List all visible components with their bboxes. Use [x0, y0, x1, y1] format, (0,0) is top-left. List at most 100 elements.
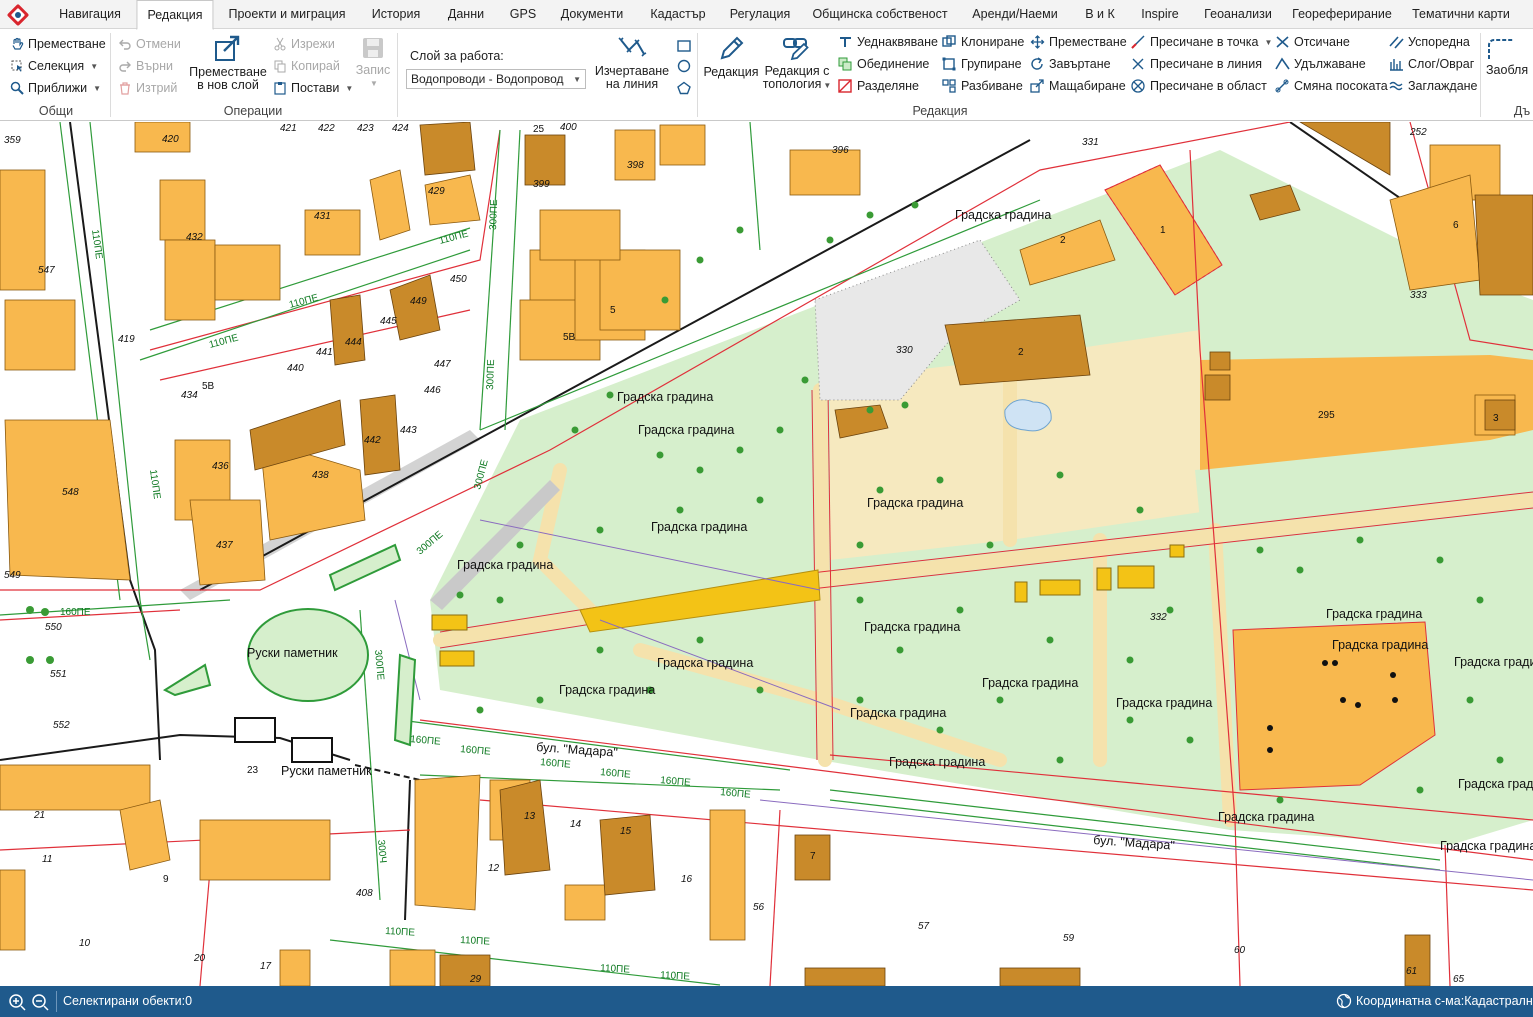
- move-view-label: Преместване: [28, 37, 106, 51]
- merge-icon: [838, 57, 852, 71]
- clone-button[interactable]: Клониране: [942, 32, 1024, 52]
- draw-polygon-button[interactable]: [677, 78, 691, 98]
- zoom-dropdown[interactable]: Приближи ▼: [10, 78, 101, 98]
- tab-water[interactable]: В и К: [1075, 0, 1125, 29]
- tab-navigation[interactable]: Навигация: [49, 0, 131, 29]
- redo-button[interactable]: Върни: [118, 56, 173, 76]
- explode-button[interactable]: Разбиване: [942, 76, 1023, 96]
- save-label: Запис: [355, 63, 391, 77]
- tab-leases[interactable]: Аренди/Наеми: [962, 0, 1067, 29]
- group-button[interactable]: Групиране: [942, 54, 1022, 74]
- move-to-layer-button[interactable]: Преместване в нов слой: [189, 33, 267, 92]
- tab-municipal-property[interactable]: Общинска собственост: [802, 0, 957, 29]
- intersect-point-dropdown[interactable]: Пресичане в точка ▼: [1131, 32, 1272, 52]
- chevron-down-icon: ▼: [345, 83, 354, 93]
- layer-ravine-button[interactable]: Слог/Овраг: [1389, 54, 1474, 74]
- tab-history[interactable]: История: [362, 0, 430, 29]
- intersect-line-icon: [1132, 58, 1144, 70]
- wave-icon: [1389, 81, 1403, 91]
- edit-button[interactable]: Редакция: [703, 35, 759, 79]
- svg-text:432: 432: [186, 232, 203, 243]
- svg-text:13: 13: [524, 811, 536, 822]
- svg-text:550: 550: [45, 622, 62, 633]
- svg-text:444: 444: [345, 337, 362, 348]
- label-city-garden: Градска градина: [457, 558, 553, 572]
- delete-button[interactable]: Изтрий: [118, 78, 177, 98]
- scale-icon: [1030, 79, 1044, 93]
- copy-icon: [274, 60, 286, 73]
- topology-edit-button[interactable]: Редакция с топология ▼: [762, 32, 832, 92]
- scale-button[interactable]: Мащабиране: [1030, 76, 1126, 96]
- draw-circle-button[interactable]: [677, 56, 691, 76]
- smooth-button[interactable]: Заглаждане: [1389, 76, 1478, 96]
- svg-text:25: 25: [533, 124, 545, 135]
- tab-data[interactable]: Данни: [438, 0, 494, 29]
- svg-text:295: 295: [1318, 410, 1335, 421]
- app-logo-icon[interactable]: [0, 0, 36, 29]
- delete-label: Изтрий: [136, 81, 178, 95]
- draw-line-button[interactable]: Изчертаване на линия: [594, 32, 670, 91]
- tab-geoanalysis[interactable]: Геоанализи: [1194, 0, 1282, 29]
- save-button[interactable]: Запис ▼: [355, 35, 391, 90]
- redo-icon: [119, 61, 131, 72]
- tab-projects-migration[interactable]: Проекти и миграция: [218, 0, 355, 29]
- layer-select[interactable]: Водопроводи - Водопровод ▼: [406, 69, 586, 89]
- svg-text:333: 333: [1410, 290, 1427, 301]
- copy-label: Копирай: [291, 59, 340, 73]
- layer-caption: Слой за работа:: [410, 49, 504, 63]
- svg-text:14: 14: [570, 819, 582, 830]
- tab-edit[interactable]: Редакция: [136, 0, 214, 30]
- polygon-icon: [677, 81, 691, 95]
- svg-text:419: 419: [118, 334, 135, 345]
- svg-text:434: 434: [181, 390, 198, 401]
- tab-regulation[interactable]: Регулация: [720, 0, 800, 29]
- svg-text:17: 17: [260, 961, 272, 972]
- move-view-button[interactable]: Преместване: [10, 34, 106, 54]
- cadastral-map[interactable]: 359 420 421 422 423 424 400 398 396 331 …: [0, 122, 1533, 986]
- label-city-garden: Градска градина: [889, 755, 985, 769]
- svg-text:399: 399: [533, 179, 550, 190]
- rotate-button[interactable]: Завъртане: [1030, 54, 1111, 74]
- draw-rectangle-button[interactable]: [677, 36, 691, 56]
- separator: [697, 33, 698, 117]
- paste-dropdown[interactable]: Постави ▼: [273, 78, 353, 98]
- cut-button[interactable]: Изрежи: [273, 34, 335, 54]
- selection-dropdown[interactable]: Селекция ▼: [10, 56, 98, 76]
- add-object-icon[interactable]: [8, 993, 26, 1011]
- svg-text:421: 421: [280, 123, 297, 134]
- reverse-direction-button[interactable]: Смяна посоката: [1275, 76, 1388, 96]
- split-button[interactable]: Разделяне: [838, 76, 919, 96]
- remove-object-icon[interactable]: [31, 993, 49, 1011]
- parallel-button[interactable]: Успоредна: [1389, 32, 1470, 52]
- trim-button[interactable]: Отсичане: [1275, 32, 1350, 52]
- svg-text:423: 423: [357, 123, 374, 134]
- menu-bar: Навигация Редакция Проекти и миграция Ис…: [0, 0, 1533, 30]
- pond: [1004, 399, 1052, 432]
- svg-text:61: 61: [1406, 966, 1417, 977]
- coordinate-system-status[interactable]: Координатна с-ма:Кадастрална: [1356, 994, 1533, 1008]
- chevron-down-icon: ▼: [823, 81, 832, 90]
- map-canvas[interactable]: 359 420 421 422 423 424 400 398 396 331 …: [0, 122, 1533, 986]
- globe-icon[interactable]: [1336, 993, 1352, 1009]
- parallel-label: Успоредна: [1408, 35, 1470, 49]
- merge-label: Обединение: [857, 57, 930, 71]
- tab-thematic-maps[interactable]: Тематични карти: [1402, 0, 1520, 29]
- undo-button[interactable]: Отмени: [118, 34, 181, 54]
- label-city-garden: Градска градина: [651, 520, 747, 534]
- extend-button[interactable]: Удължаване: [1275, 54, 1366, 74]
- tab-cadastre[interactable]: Кадастър: [640, 0, 715, 29]
- equalize-button[interactable]: Уеднаквяване: [838, 32, 938, 52]
- merge-button[interactable]: Обединение: [838, 54, 929, 74]
- intersect-area-button[interactable]: Пресичане в област: [1131, 76, 1267, 96]
- tab-documents[interactable]: Документи: [551, 0, 633, 29]
- svg-text:160ПЕ: 160ПЕ: [60, 607, 91, 618]
- rounding-button[interactable]: Заобля: [1486, 37, 1533, 77]
- intersect-line-button[interactable]: Пресичане в линия: [1131, 54, 1262, 74]
- copy-button[interactable]: Копирай: [273, 56, 340, 76]
- tab-georeferencing[interactable]: Геореферирание: [1282, 0, 1402, 29]
- tab-inspire[interactable]: Inspire: [1131, 0, 1189, 29]
- clone-icon: [942, 35, 956, 47]
- tab-gps[interactable]: GPS: [500, 0, 546, 29]
- move-object-button[interactable]: Преместване: [1030, 32, 1127, 52]
- svg-text:547: 547: [38, 265, 55, 276]
